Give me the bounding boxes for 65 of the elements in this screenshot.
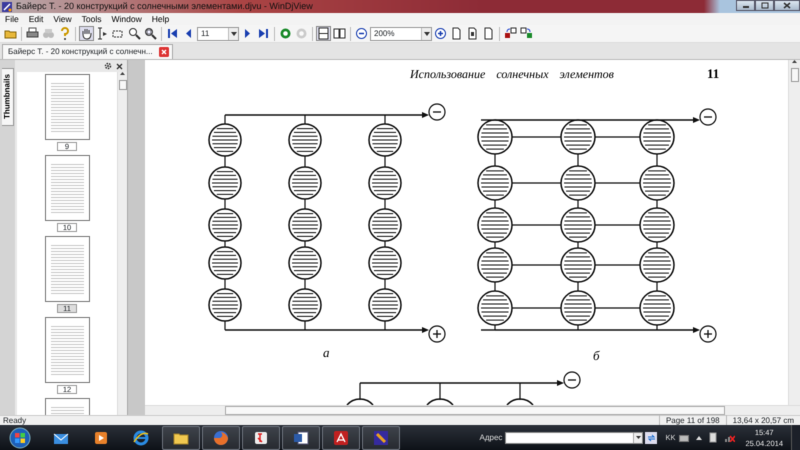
two-page-icon[interactable]	[332, 26, 347, 41]
rotate-left-icon[interactable]	[503, 26, 518, 41]
tab-title: Байерс Т. - 20 конструкций с солнечн...	[8, 46, 153, 58]
scrollbar-thumb[interactable]	[225, 406, 725, 415]
device-icon[interactable]	[709, 432, 718, 443]
maximize-button[interactable]	[755, 0, 774, 11]
page-thumbnail[interactable]	[44, 74, 90, 140]
dropdown-arrow-icon[interactable]	[636, 436, 641, 439]
sidebar-tab[interactable]: Thumbnails	[2, 68, 14, 126]
pdf-icon	[332, 428, 350, 446]
zoom-out-icon[interactable]	[354, 26, 369, 41]
page-header: Использование солнечных элементов	[410, 67, 614, 81]
page-number: 11	[707, 66, 720, 81]
window-title: Байерс Т. - 20 конструкций с солнечными элементами.djvu - WinDjView	[16, 0, 313, 13]
menu-item[interactable]: Window	[106, 13, 147, 25]
minimize-button[interactable]	[736, 0, 755, 11]
settings-icon[interactable]	[104, 62, 112, 70]
close-icon[interactable]	[116, 62, 123, 70]
first-page-icon[interactable]	[165, 26, 180, 41]
single-page-icon[interactable]	[316, 26, 331, 41]
page-thumbnail[interactable]	[44, 236, 90, 302]
dropdown-arrow-icon[interactable]	[424, 32, 430, 36]
menu-item[interactable]: Help	[146, 13, 174, 25]
taskbar-button[interactable]	[242, 426, 280, 450]
taskbar-button[interactable]	[282, 426, 320, 450]
menu-item[interactable]: File	[0, 13, 24, 25]
zoom-field[interactable]: 200%	[370, 26, 432, 40]
network-error-icon[interactable]	[725, 433, 736, 442]
go-button[interactable]	[645, 432, 658, 444]
address-label: Адрес	[480, 432, 502, 444]
status-message: Ready	[2, 414, 26, 426]
rotate-right-icon[interactable]	[519, 26, 534, 41]
figure-label: б	[593, 348, 600, 363]
menu-item[interactable]: Edit	[24, 13, 48, 25]
maximize-icon	[760, 2, 768, 9]
pencil-icon	[372, 428, 390, 446]
dropdown-arrow-icon[interactable]	[230, 32, 236, 36]
zoom-in-icon[interactable]	[433, 26, 448, 41]
page-number-field[interactable]: 11	[197, 26, 239, 40]
minimize-icon	[742, 4, 750, 8]
document-icon	[292, 428, 310, 446]
scrollbar-thumb[interactable]	[790, 68, 798, 82]
figure-label: а	[323, 345, 330, 360]
taskbar-button[interactable]	[362, 426, 400, 450]
show-hidden-icons-icon[interactable]	[696, 436, 702, 440]
page-thumbnail[interactable]	[44, 317, 90, 383]
scroll-up-icon[interactable]	[120, 72, 125, 75]
menu-item[interactable]: View	[48, 13, 77, 25]
taskbar-button[interactable]	[322, 426, 360, 450]
magnifier-icon[interactable]	[143, 26, 158, 41]
page-thumbnail[interactable]	[44, 155, 90, 221]
close-icon[interactable]	[158, 47, 169, 57]
taskbar-button[interactable]	[162, 426, 200, 450]
document-tab[interactable]: Байерс Т. - 20 конструкций с солнечн...	[2, 44, 173, 59]
scrollbar-thumb[interactable]	[118, 80, 126, 90]
browser-e-icon	[132, 428, 150, 446]
menu-item[interactable]: Tools	[76, 13, 106, 25]
close-button[interactable]	[774, 0, 800, 11]
last-page-icon[interactable]	[256, 26, 271, 41]
globe-icon	[212, 428, 230, 446]
close-icon	[783, 2, 791, 9]
magnifier-icon[interactable]	[127, 26, 142, 41]
hand-icon[interactable]	[79, 26, 94, 41]
keyboard-icon[interactable]	[679, 434, 690, 442]
address-field[interactable]	[505, 432, 644, 444]
